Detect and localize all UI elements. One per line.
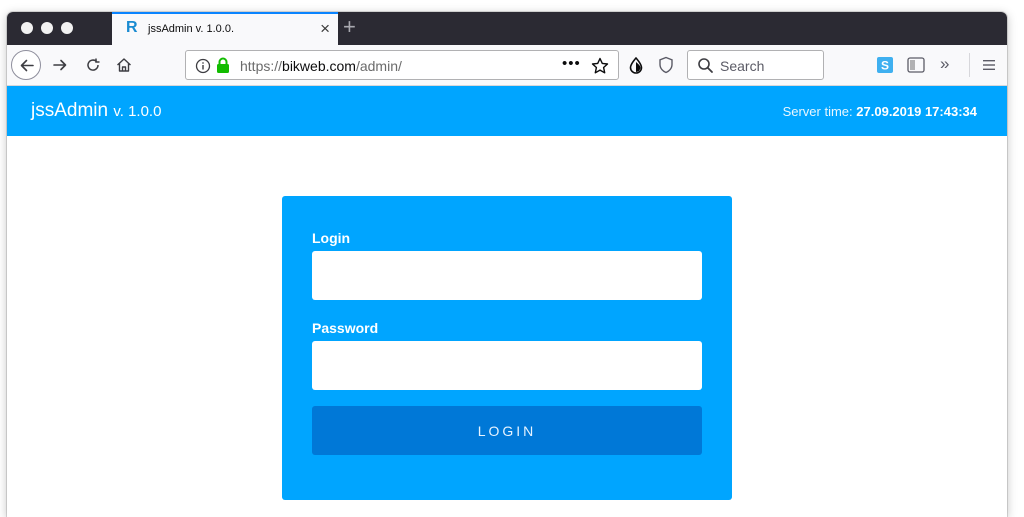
info-icon[interactable] bbox=[195, 58, 211, 74]
extension-drop-icon[interactable] bbox=[627, 56, 645, 74]
url-host: bikweb.com bbox=[282, 58, 356, 74]
tab-title: jssAdmin v. 1.0.0. bbox=[148, 23, 234, 35]
toolbar-divider bbox=[969, 53, 970, 77]
password-field[interactable] bbox=[312, 341, 702, 390]
login-form: Login Password LOGIN bbox=[282, 196, 732, 500]
search-bar[interactable]: Search bbox=[687, 50, 824, 80]
search-input[interactable]: Search bbox=[720, 58, 764, 74]
s-extension-icon[interactable]: S bbox=[877, 57, 893, 73]
url-text[interactable]: https://bikweb.com/admin/ bbox=[240, 58, 402, 74]
hamburger-menu-icon[interactable] bbox=[981, 57, 997, 73]
bookmark-star-icon[interactable] bbox=[590, 56, 610, 76]
url-bar[interactable]: https://bikweb.com/admin/ ••• bbox=[185, 50, 619, 80]
app-name: jssAdmin bbox=[31, 100, 109, 121]
server-time-label: Server time: bbox=[782, 104, 853, 119]
close-window-button[interactable] bbox=[21, 22, 33, 34]
page-actions-icon[interactable]: ••• bbox=[562, 55, 581, 72]
app-version: v. 1.0.0 bbox=[113, 103, 162, 120]
tab-favicon-icon: R bbox=[126, 19, 138, 36]
url-path: /admin/ bbox=[355, 58, 402, 74]
sidebar-icon[interactable] bbox=[907, 57, 925, 73]
tab-close-icon[interactable]: × bbox=[320, 20, 330, 37]
zoom-window-button[interactable] bbox=[61, 22, 73, 34]
browser-window: R jssAdmin v. 1.0.0. × + https://bikweb.… bbox=[7, 12, 1007, 517]
nav-bar: https://bikweb.com/admin/ ••• Search S » bbox=[7, 45, 1007, 86]
back-button[interactable] bbox=[11, 50, 41, 80]
svg-text:S: S bbox=[881, 59, 889, 73]
app-title: jssAdmin v. 1.0.0 bbox=[31, 100, 161, 122]
shield-icon[interactable] bbox=[658, 56, 674, 74]
tab-active[interactable]: R jssAdmin v. 1.0.0. × bbox=[112, 12, 338, 45]
search-icon bbox=[698, 58, 713, 73]
reload-icon[interactable] bbox=[83, 55, 103, 75]
app-header: jssAdmin v. 1.0.0 Server time: 27.09.201… bbox=[7, 86, 1007, 136]
new-tab-icon[interactable]: + bbox=[343, 15, 356, 39]
lock-icon[interactable] bbox=[216, 57, 230, 74]
password-label: Password bbox=[312, 320, 379, 336]
server-time: Server time: 27.09.2019 17:43:34 bbox=[783, 104, 977, 119]
forward-arrow-icon[interactable] bbox=[50, 55, 70, 75]
back-arrow-icon bbox=[20, 59, 34, 72]
overflow-chevrons-icon[interactable]: » bbox=[940, 54, 949, 74]
minimize-window-button[interactable] bbox=[41, 22, 53, 34]
home-icon[interactable] bbox=[114, 55, 134, 75]
tab-strip: R jssAdmin v. 1.0.0. × + bbox=[7, 12, 1007, 45]
url-prefix: https:// bbox=[240, 58, 283, 74]
login-label: Login bbox=[312, 230, 351, 246]
server-time-value: 27.09.2019 17:43:34 bbox=[856, 104, 977, 119]
login-button[interactable]: LOGIN bbox=[312, 406, 702, 455]
login-field[interactable] bbox=[312, 251, 702, 300]
